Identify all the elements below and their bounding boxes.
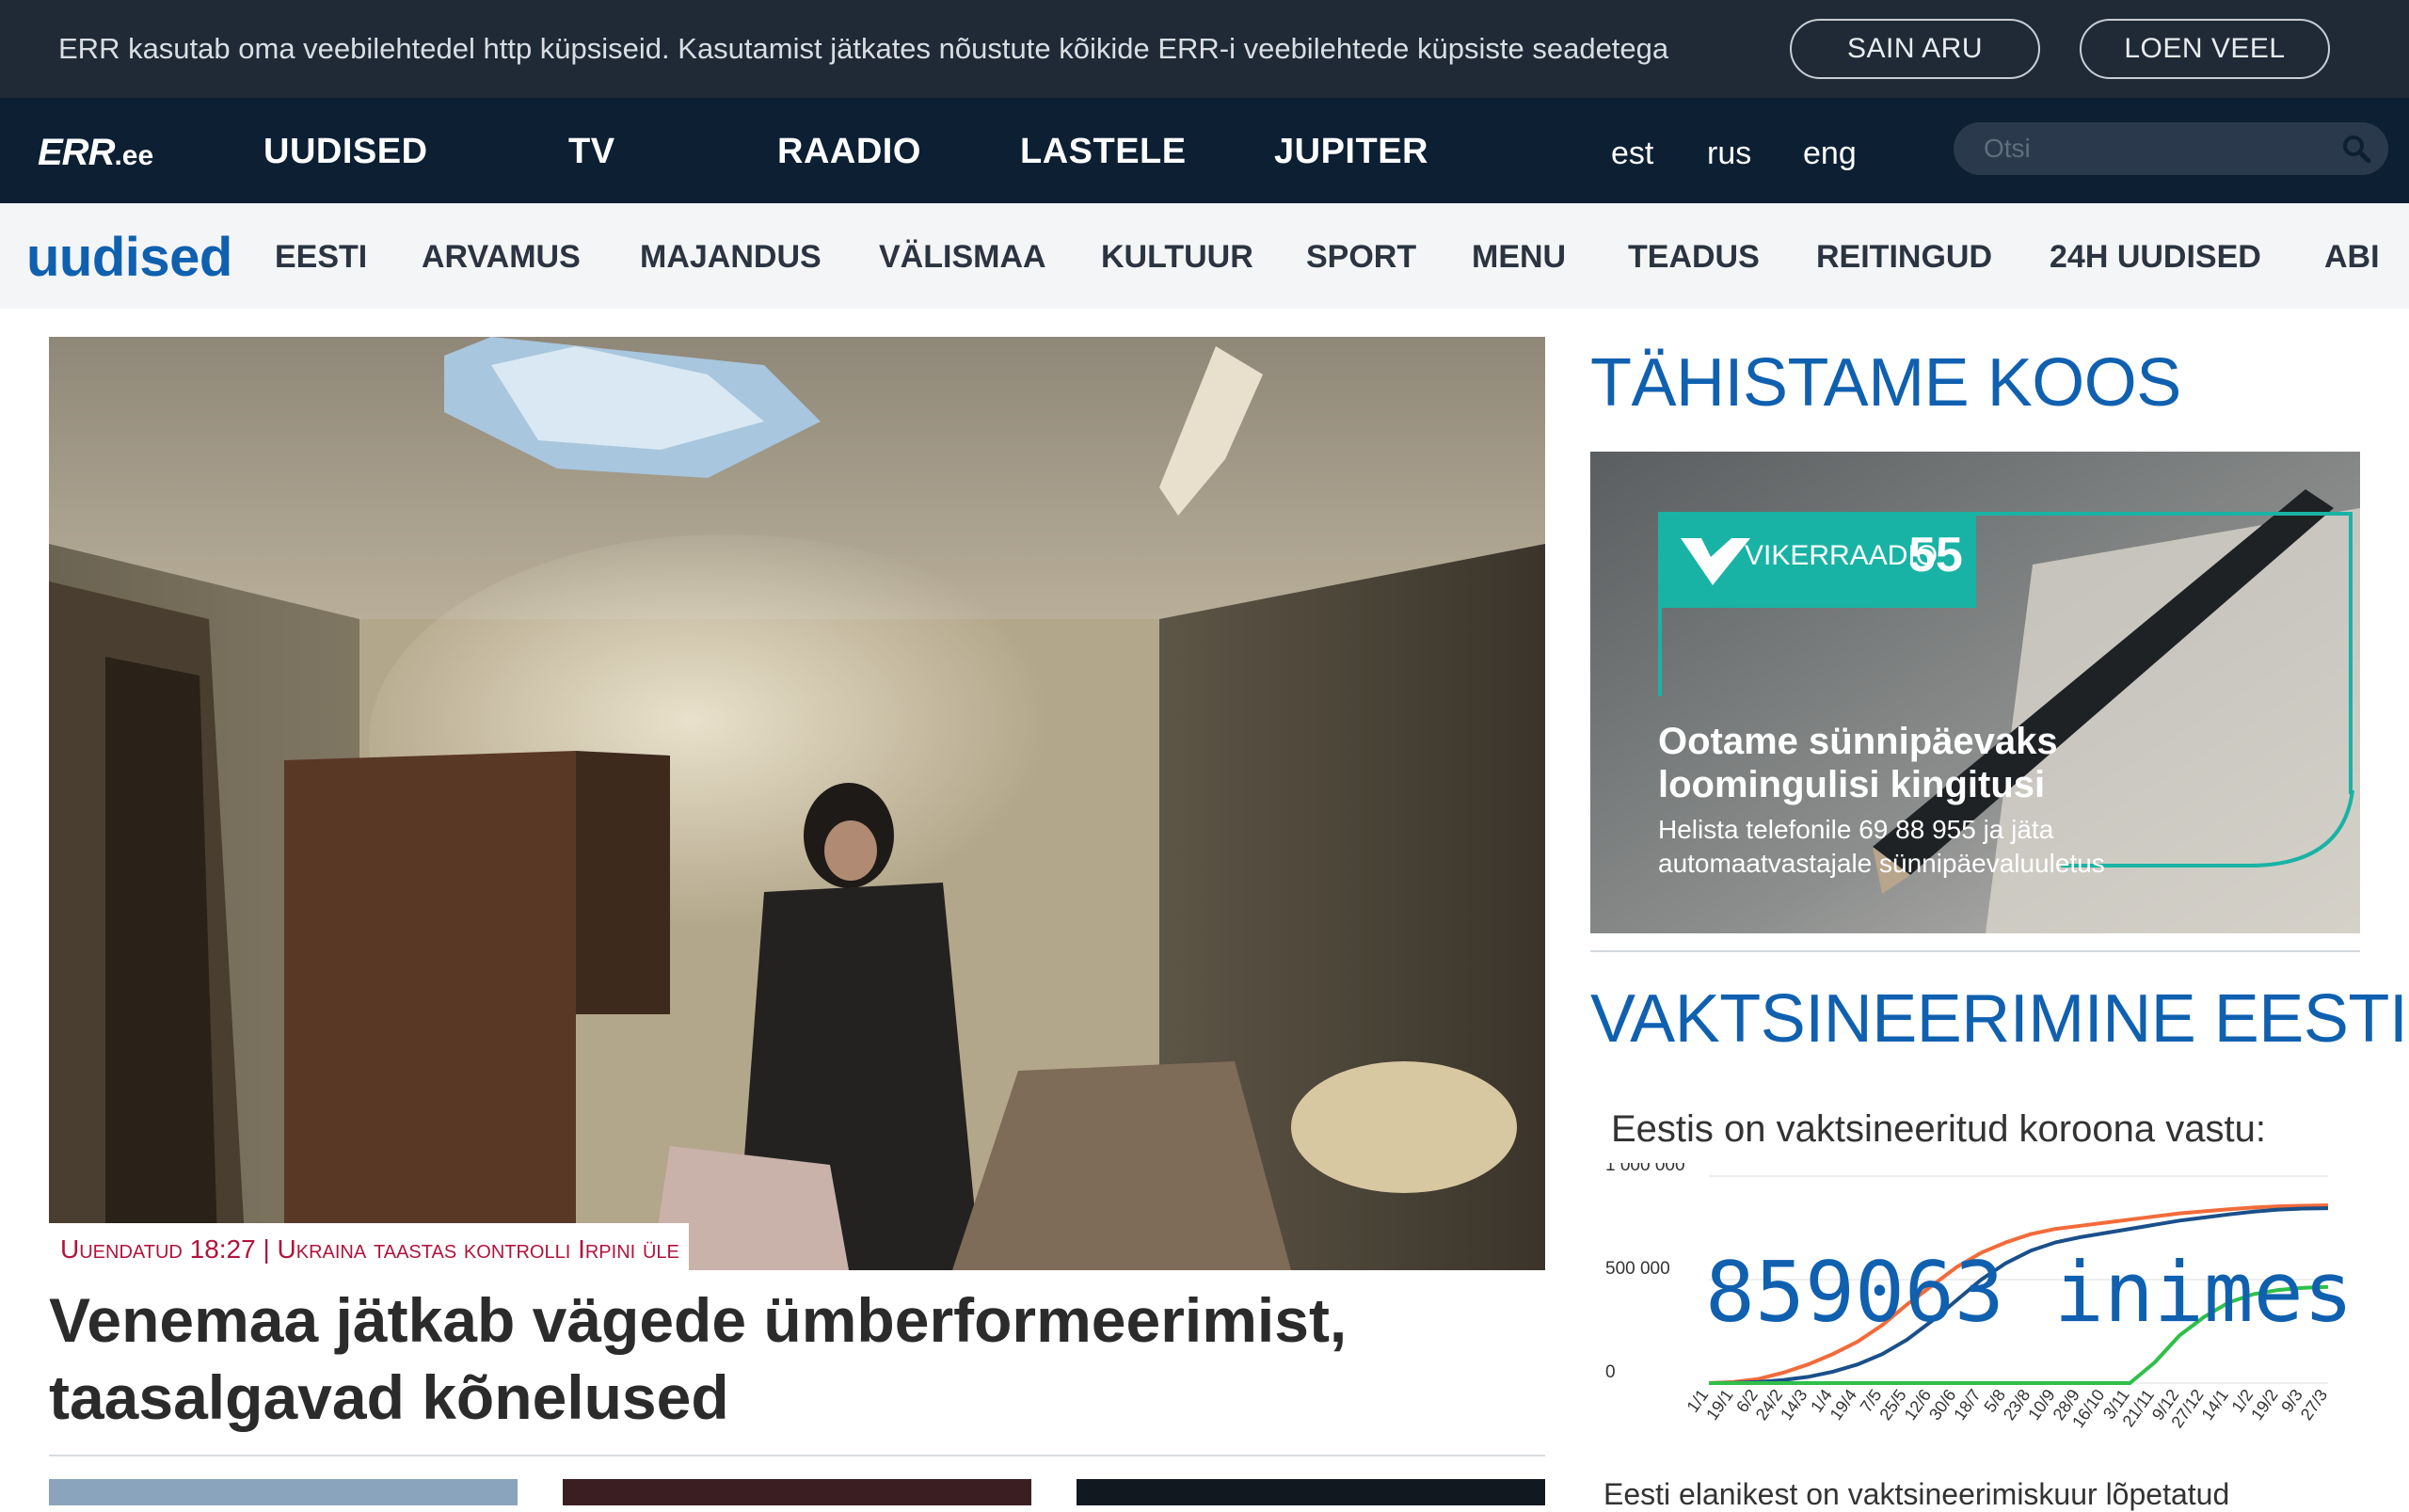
section-item-valismaa[interactable]: VÄLISMAA: [879, 239, 1046, 276]
vaccination-heading[interactable]: VAKTSINEERIMINE EESTIS: [1590, 980, 2409, 1058]
section-item-24h-uudised[interactable]: 24H UUDISED: [2050, 239, 2261, 276]
search-box: [1954, 122, 2388, 175]
x-tick-label: 24/2: [1752, 1386, 1786, 1424]
promo-number: 55: [1908, 528, 1963, 582]
x-tick-label: 30/6: [1925, 1386, 1959, 1424]
vaccination-subtitle: Eestis on vaktsineeritud koroona vastu:: [1611, 1108, 2266, 1150]
x-tick-label: 19/2: [2247, 1386, 2281, 1424]
lang-est[interactable]: est: [1611, 135, 1653, 172]
x-tick-label: 12/6: [1901, 1386, 1935, 1424]
y-tick-label: 0: [1605, 1362, 1616, 1382]
section-item-abi[interactable]: ABI: [2324, 239, 2380, 276]
section-item-teadus[interactable]: TEADUS: [1628, 239, 1760, 276]
hero-image[interactable]: [49, 337, 1545, 1270]
nav-tv[interactable]: TV: [568, 132, 615, 172]
x-tick-label: 25/5: [1875, 1386, 1909, 1424]
vaccination-chart: 1 000 000500 00001/119/16/224/214/31/419…: [1605, 1163, 2353, 1431]
hero-title[interactable]: Venemaa jätkab vägede ümberformeerimist,…: [49, 1281, 1545, 1436]
article-thumbnail[interactable]: [1077, 1479, 1545, 1505]
x-tick-label: 18/7: [1950, 1386, 1984, 1424]
vaccination-bottom-text: Eesti elanikest on vaktsineerimiskuur lõ…: [1603, 1477, 2230, 1511]
article-thumbnail[interactable]: [49, 1479, 518, 1505]
x-tick-label: 19/1: [1702, 1386, 1736, 1424]
section-item-arvamus[interactable]: ARVAMUS: [422, 239, 581, 276]
nav-uudised[interactable]: UUDISED: [263, 132, 428, 172]
lang-rus[interactable]: rus: [1707, 135, 1751, 172]
search-input[interactable]: [1984, 132, 2322, 166]
cookie-text: ERR kasutab oma veebilehtedel http küpsi…: [58, 32, 1669, 65]
err-logo[interactable]: ERR.ee: [38, 132, 153, 174]
x-tick-label: 19/4: [1827, 1386, 1860, 1424]
y-tick-label: 1 000 000: [1605, 1163, 1685, 1175]
x-tick-label: 27/3: [2297, 1386, 2331, 1424]
x-tick-label: 14/3: [1777, 1386, 1811, 1424]
cookie-banner: ERR kasutab oma veebilehtedel http küpsi…: [0, 0, 2409, 98]
section-item-reitingud[interactable]: REITINGUD: [1816, 239, 1992, 276]
promo-body-1: Helista telefonile 69 88 955 ja jäta: [1658, 815, 2054, 844]
section-navigation: uudised EESTI ARVAMUS MAJANDUS VÄLISMAA …: [0, 203, 2409, 309]
divider: [49, 1455, 1545, 1456]
section-item-menu[interactable]: MENU: [1472, 239, 1566, 276]
x-tick-label: 14/1: [2198, 1386, 2232, 1424]
vikerraadio-promo-banner[interactable]: VIKERRAADIO 55 Ootame sünnipäevaks loomi…: [1590, 452, 2360, 933]
section-item-eesti[interactable]: EESTI: [275, 239, 367, 276]
lang-eng[interactable]: eng: [1803, 135, 1857, 172]
cookie-accept-button[interactable]: SAIN ARU: [1790, 19, 2040, 79]
promo-headline-2: loomingulisi kingitusi: [1658, 764, 2046, 805]
article-thumbnail[interactable]: [563, 1479, 1031, 1505]
divider: [1590, 950, 2360, 952]
x-tick-label: 23/8: [2000, 1386, 2034, 1424]
promo-body-2: automaatvastajale sünnipäevaluuletus: [1658, 849, 2105, 878]
y-tick-label: 500 000: [1605, 1259, 1670, 1279]
search-icon[interactable]: [2341, 134, 2371, 164]
hero-tag[interactable]: Uuendatud 18:27 | Ukraina taastas kontro…: [49, 1223, 689, 1270]
logo-main: ERR: [38, 132, 115, 173]
celebrate-heading[interactable]: TÄHISTAME KOOS: [1590, 344, 2181, 422]
section-item-majandus[interactable]: MAJANDUS: [640, 239, 822, 276]
main-navigation: ERR.ee UUDISED TV RAADIO LASTELE JUPITER…: [0, 98, 2409, 203]
vaccination-count: 859063 inimest: [1705, 1244, 2353, 1341]
nav-lastele[interactable]: LASTELE: [1020, 132, 1187, 172]
section-item-kultuur[interactable]: KULTUUR: [1101, 239, 1253, 276]
promo-headline-1: Ootame sünnipäevaks: [1658, 721, 2058, 762]
cookie-more-button[interactable]: LOEN VEEL: [2080, 19, 2330, 79]
nav-jupiter[interactable]: JUPITER: [1274, 132, 1428, 172]
x-tick-label: 10/9: [2024, 1386, 2058, 1424]
logo-suffix: .ee: [114, 140, 154, 171]
section-title[interactable]: uudised: [26, 226, 232, 289]
section-item-sport[interactable]: SPORT: [1306, 239, 1416, 276]
nav-raadio[interactable]: RAADIO: [777, 132, 921, 172]
